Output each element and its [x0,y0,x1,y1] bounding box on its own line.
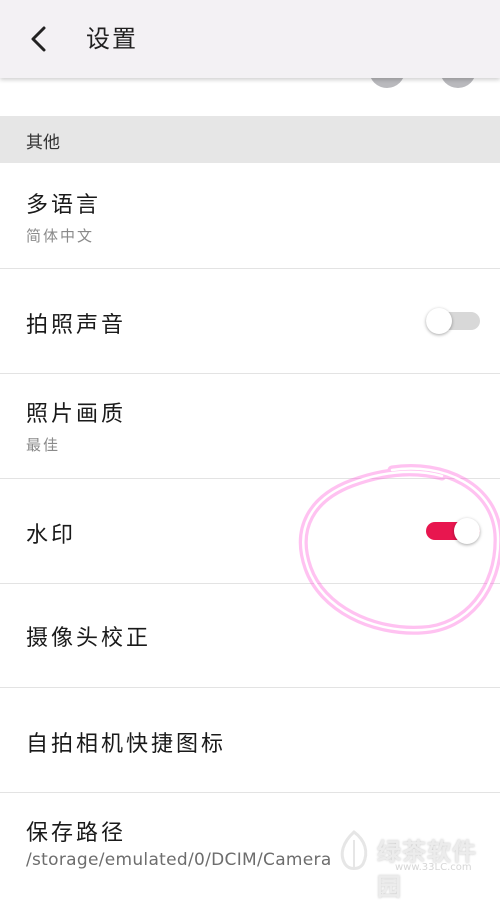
setting-language[interactable]: 多语言 简体中文 [0,163,500,269]
app-header: 设置 [0,0,500,78]
setting-camera-calibration[interactable]: 摄像头校正 [0,584,500,688]
page-title: 设置 [86,25,138,53]
setting-label: 摄像头校正 [26,626,152,651]
setting-save-path[interactable]: 保存路径 [0,793,500,889]
setting-value: 最佳 [26,436,61,454]
chevron-left-icon[interactable] [22,22,56,56]
toggle-knob [454,518,480,544]
section-header-other: 其他 [0,116,500,163]
setting-label: 多语言 [26,193,102,218]
save-path-value: /storage/emulated/0/DCIM/Camera [26,850,332,870]
setting-value: 简体中文 [26,227,95,245]
setting-selfie-shortcut[interactable]: 自拍相机快捷图标 [0,688,500,793]
setting-label: 保存路径 [26,821,127,846]
toggle-knob [426,308,452,334]
setting-watermark[interactable]: 水印 [0,479,500,584]
setting-shutter-sound[interactable]: 拍照声音 [0,269,500,374]
section-label: 其他 [26,133,60,153]
watermark-toggle[interactable] [426,518,482,544]
partial-circle-icon [369,78,405,88]
shutter-sound-toggle[interactable] [426,308,482,334]
setting-photo-quality[interactable]: 照片画质 最佳 [0,374,500,479]
setting-label: 自拍相机快捷图标 [26,732,227,757]
setting-label: 照片画质 [26,402,127,427]
partial-circle-icon [440,78,476,88]
partial-previous-row [0,78,500,114]
setting-label: 拍照声音 [26,313,127,338]
setting-label: 水印 [26,523,77,548]
